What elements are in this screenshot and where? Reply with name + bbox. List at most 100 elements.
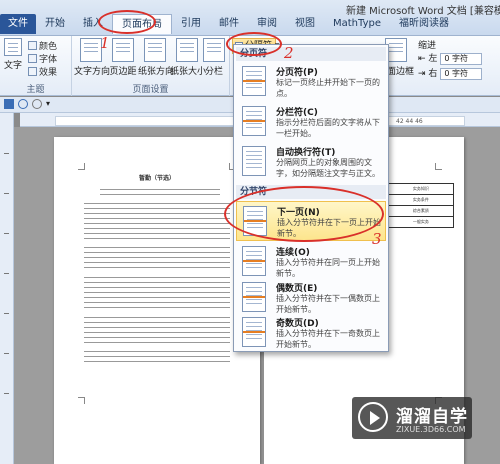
menu-item-odd-page[interactable]: 奇数页(D) 插入分节符并在下一奇数页上开始新节。: [236, 313, 386, 353]
table-cell[interactable]: 实务知识: [387, 183, 455, 195]
margins-icon: [112, 38, 134, 62]
customize-qat-icon[interactable]: ▾: [46, 99, 56, 109]
ruler-tick: [4, 353, 9, 354]
body-text: [84, 351, 230, 365]
theme-fonts-button[interactable]: 字体: [28, 52, 57, 65]
menu-item-page-break[interactable]: 分页符(P) 标记一页终止并开始下一页的点。: [236, 62, 386, 102]
menu-item-desc: 插入分节符并在同一页上开始新节。: [276, 258, 380, 278]
tab-view[interactable]: 视图: [286, 14, 324, 34]
odd-page-icon: [242, 317, 266, 347]
title-bar: 新建 Microsoft Word 文档 [兼容模式 文件 开始 插入 页面布局…: [0, 0, 500, 36]
watermark: 溜溜自学 ZIXUE.3D66.COM: [352, 397, 472, 439]
ruler-tick: [4, 153, 9, 154]
menu-item-even-page[interactable]: 偶数页(E) 插入分节符并在下一偶数页上开始新节。: [236, 278, 386, 318]
tab-mathtype[interactable]: MathType: [324, 14, 390, 34]
indent-left-row: ⇤ 左 0 字符: [418, 51, 483, 65]
effects-icon: [28, 67, 37, 76]
annotation-circle-page-layout: [98, 10, 156, 34]
watermark-en: ZIXUE.3D66.COM: [396, 425, 466, 434]
tab-file[interactable]: 文件: [0, 14, 36, 34]
orientation-label: 纸张方向: [138, 67, 175, 77]
text-direction-icon: [80, 38, 102, 62]
body-text: [84, 317, 230, 346]
size-button[interactable]: 纸张大小: [170, 38, 206, 77]
indent-right-row: ⇥ 右 0 字符: [418, 66, 483, 80]
table-row: 实务条件: [384, 194, 455, 206]
indent-label: 缩进: [418, 41, 437, 51]
menu-item-desc: 分隔网页上的对象周围的文字，如分隔题注文字与正文。: [276, 158, 380, 178]
ruler-tick: [4, 393, 9, 394]
table-cell[interactable]: 实务条件: [387, 194, 455, 206]
indent-right-icon: ⇥: [418, 69, 426, 79]
columns-button[interactable]: 分栏: [200, 38, 228, 77]
play-logo-icon: [358, 402, 388, 432]
page-setup-group-title: 页面设置: [132, 85, 169, 95]
tab-references[interactable]: 引用: [172, 14, 210, 34]
ruler-tick: [4, 273, 9, 274]
column-break-icon: [242, 106, 266, 136]
menu-item-column-break[interactable]: 分栏符(C) 指示分栏符后面的文字将从下一栏开始。: [236, 102, 386, 142]
theme-effects-button[interactable]: 效果: [28, 65, 57, 78]
text-direction-label: 文字方向: [74, 67, 111, 77]
menu-item-text-wrapping-break[interactable]: 自动换行符(T) 分隔网页上的对象周围的文字，如分隔题注文字与正文。: [236, 142, 386, 184]
themes-icon: [4, 38, 22, 56]
ribbon-tabs: 文件 开始 插入 页面布局 引用 邮件 审阅 视图 MathType 福昕阅读器: [0, 14, 458, 34]
page-break-icon: [242, 66, 266, 96]
even-page-icon: [242, 282, 266, 312]
annotation-circle-next-page: [224, 186, 384, 242]
theme-colors-button[interactable]: 颜色: [28, 39, 57, 52]
table-row: 一般实务: [384, 216, 455, 228]
vertical-ruler[interactable]: [0, 113, 14, 464]
word-window: 新建 Microsoft Word 文档 [兼容模式 文件 开始 插入 页面布局…: [0, 0, 500, 464]
indent-left-field[interactable]: 0 字符: [440, 52, 483, 65]
document-page-1[interactable]: 暂勤（节选）: [54, 137, 260, 464]
menu-item-desc: 插入分节符并在下一偶数页上开始新节。: [276, 294, 380, 314]
redo-icon[interactable]: [32, 99, 42, 109]
body-text: [100, 189, 220, 198]
ruler-numbers: 42 44 46: [396, 118, 423, 125]
continuous-icon: [242, 246, 266, 276]
margin-mark: [78, 163, 85, 170]
text-wrapping-icon: [242, 146, 266, 176]
margin-mark: [78, 397, 85, 404]
body-text: [84, 203, 230, 242]
indent-left-label: 左: [428, 54, 438, 64]
annotation-circle-breaks: [226, 32, 282, 56]
theme-effects-label: 效果: [39, 68, 58, 78]
columns-label: 分栏: [204, 67, 223, 77]
watermark-cn: 溜溜自学: [396, 407, 468, 427]
indent-right-field[interactable]: 0 字符: [440, 67, 483, 80]
orientation-icon: [144, 38, 166, 62]
table-cell[interactable]: 一般实务: [387, 216, 455, 228]
margins-button[interactable]: 页边距: [106, 38, 140, 77]
theme-colors-label: 颜色: [39, 42, 58, 52]
tab-mailings[interactable]: 邮件: [210, 14, 248, 34]
orientation-button[interactable]: 纸张方向: [138, 38, 175, 77]
menu-item-desc: 插入分节符并在下一奇数页上开始新节。: [276, 329, 380, 349]
themes-label: 文字: [3, 61, 22, 71]
margin-mark: [435, 163, 442, 170]
tab-foxit[interactable]: 福昕阅读器: [390, 14, 458, 34]
ruler-tick: [4, 313, 9, 314]
table-row: 实务知识: [384, 183, 455, 195]
undo-icon[interactable]: [18, 99, 28, 109]
ruler-tick: [4, 193, 9, 194]
menu-item-continuous[interactable]: 连续(O) 插入分节符并在同一页上开始新节。: [236, 242, 386, 282]
page-heading: 暂勤（节选）: [138, 175, 175, 182]
menu-item-desc: 标记一页终止并开始下一页的点。: [276, 78, 380, 98]
themes-button[interactable]: 文字: [2, 38, 24, 71]
tab-home[interactable]: 开始: [36, 14, 74, 34]
themes-group-title: 主题: [26, 85, 45, 95]
page-setup-group: 文字方向 页边距 纸张方向 纸张大小 分栏 页面设置: [72, 36, 230, 96]
menu-item-desc: 指示分栏符后面的文字将从下一栏开始。: [276, 118, 380, 138]
table-row: 综合素质: [384, 205, 455, 217]
table-cell[interactable]: 综合素质: [387, 205, 455, 217]
indent-right-label: 右: [428, 69, 438, 79]
tab-review[interactable]: 审阅: [248, 14, 286, 34]
theme-fonts-label: 字体: [39, 55, 58, 65]
annotation-number-1: 1: [100, 34, 110, 52]
size-icon: [176, 38, 198, 62]
save-icon[interactable]: [4, 99, 14, 109]
document-table[interactable]: 实务知识 实务条件 综合素质 一般实务: [384, 183, 455, 228]
colors-icon: [28, 41, 37, 50]
